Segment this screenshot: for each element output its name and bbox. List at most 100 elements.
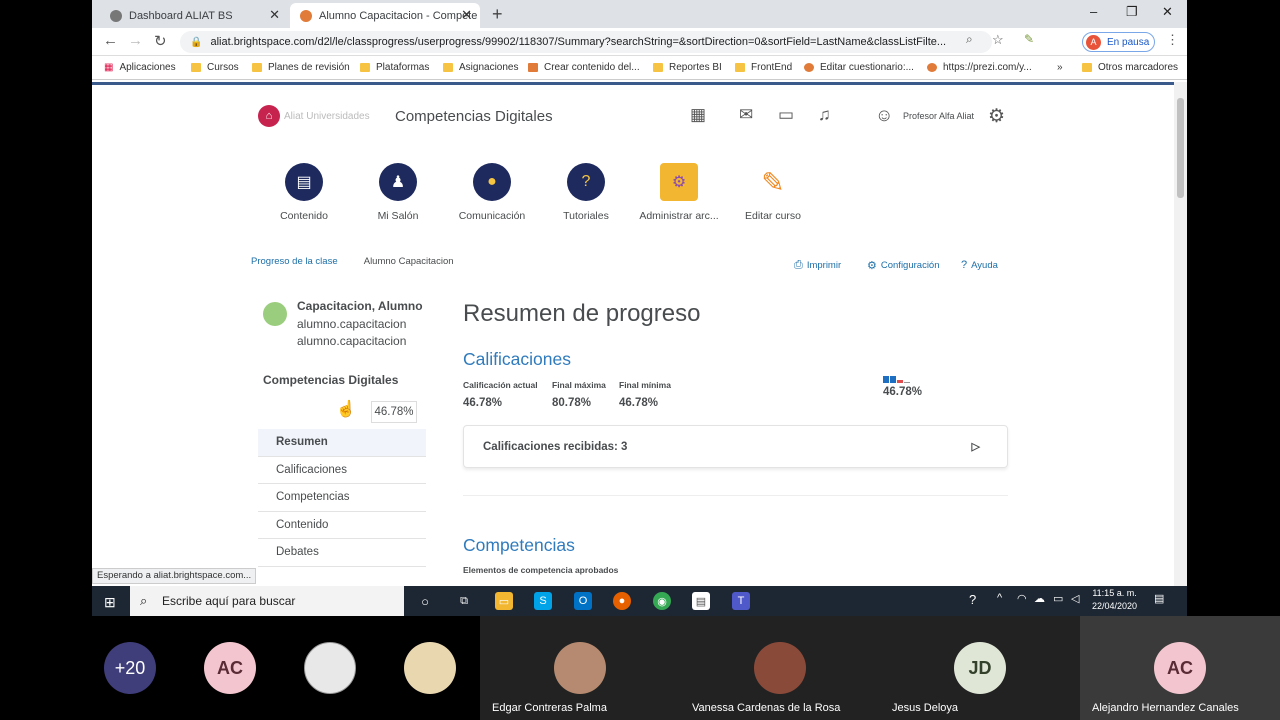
url-field[interactable]: 🔒 aliat.brightspace.com/d2l/le/classprog… <box>180 31 992 53</box>
taskbar-search[interactable]: ⌕ Escribe aquí para buscar <box>130 586 404 616</box>
battery-icon[interactable]: ▭ <box>1053 592 1063 605</box>
d2l-icon <box>804 63 814 72</box>
participant-tile[interactable]: Edgar Contreras Palma <box>480 616 680 720</box>
nav-administrar-archivos[interactable]: ⚙ Administrar arc... <box>629 163 729 222</box>
cortana-icon[interactable]: ○ <box>416 592 434 610</box>
classroom-icon: ♟ <box>379 163 417 201</box>
bookmarks-more[interactable]: » <box>1057 62 1063 73</box>
zoom-icon[interactable]: ⌕ <box>966 32 973 47</box>
onedrive-icon[interactable]: ☁ <box>1034 592 1045 605</box>
folder-icon <box>653 63 663 72</box>
bookmark-apps[interactable]: ▦ Aplicaciones <box>104 62 176 73</box>
grades-heading[interactable]: Calificaciones <box>463 349 571 370</box>
participant-tile[interactable]: JD Jesus Deloya <box>880 616 1080 720</box>
teams-icon[interactable]: T <box>732 592 750 610</box>
bookmark-item[interactable]: Reportes BI <box>653 62 722 73</box>
help-icon: ? <box>961 259 968 271</box>
help-tray-icon[interactable]: ? <box>969 592 976 607</box>
menu-item-calificaciones[interactable]: Calificaciones <box>258 457 426 484</box>
tab-dashboard[interactable]: Dashboard ALIAT BS ✕ <box>100 3 288 28</box>
participant-tile[interactable]: Vanessa Cardenas de la Rosa <box>680 616 880 720</box>
user-name[interactable]: Profesor Alfa Aliat <box>903 111 974 121</box>
globe-icon <box>110 9 122 22</box>
waffle-icon[interactable]: ▦ <box>690 105 706 125</box>
bookmark-item[interactable]: FrontEnd <box>735 62 792 73</box>
profile-button[interactable]: A En pausa <box>1082 32 1155 52</box>
notifications-icon[interactable]: ▤ <box>1154 592 1164 605</box>
settings-link[interactable]: ⚙ Configuración <box>867 259 940 272</box>
volume-icon[interactable]: ◁ <box>1071 592 1079 605</box>
status-bar: Esperando a aliat.brightspace.com... <box>92 568 257 584</box>
expand-arrow-icon[interactable]: ▷ <box>972 440 980 453</box>
extension-icon[interactable]: ✎ <box>1024 32 1034 46</box>
apps-grid-icon: ▦ <box>104 62 114 73</box>
menu-item-competencias[interactable]: Competencias <box>258 484 426 512</box>
back-icon[interactable]: ← <box>103 32 118 49</box>
clock-time: 11:15 a. m. <box>1092 588 1137 598</box>
bookmark-item[interactable]: Plataformas <box>360 62 429 73</box>
sidebar-menu: Resumen Calificaciones Competencias Cont… <box>258 429 426 567</box>
forward-icon[interactable]: → <box>128 32 143 49</box>
wifi-icon[interactable]: ◠ <box>1017 592 1027 605</box>
aliat-logo[interactable]: ⌂ Aliat Universidades <box>258 105 374 127</box>
star-icon[interactable]: ☆ <box>992 32 1004 48</box>
tab-alumno[interactable]: Alumno Capacitacion - Compete ✕ <box>290 3 480 28</box>
system-clock[interactable]: 11:15 a. m. 22/04/2020 <box>1092 587 1137 613</box>
section-divider <box>463 495 1008 496</box>
firefox-icon[interactable]: ● <box>613 592 631 610</box>
grades-received-panel[interactable]: Calificaciones recibidas: 3 ▷ <box>463 425 1008 468</box>
chevron-up-icon[interactable]: ^ <box>997 592 1002 604</box>
grade-mini-chart <box>883 376 911 383</box>
bookmark-item[interactable]: Cursos <box>191 62 239 73</box>
windows-start-icon[interactable]: ⊞ <box>104 594 116 611</box>
nav-contenido[interactable]: ▤ Contenido <box>254 163 354 222</box>
restore-button[interactable]: ❐ <box>1126 4 1138 20</box>
course-title[interactable]: Competencias Digitales <box>395 108 553 125</box>
reload-icon[interactable]: ↻ <box>154 32 167 50</box>
bookmark-item[interactable]: https://prezi.com/y... <box>927 62 1032 73</box>
print-link[interactable]: ⎙ Imprimir <box>794 259 841 272</box>
breadcrumb-link[interactable]: Progreso de la clase <box>251 256 338 267</box>
participant-name: Alejandro Hernandez Canales <box>1092 702 1239 714</box>
menu-item-contenido[interactable]: Contenido <box>258 512 426 539</box>
menu-icon[interactable]: ⋮ <box>1166 32 1179 48</box>
gear-icon[interactable]: ⚙ <box>988 105 1005 128</box>
close-window-button[interactable]: ✕ <box>1162 4 1173 20</box>
scrollbar-thumb[interactable] <box>1177 98 1184 198</box>
bell-icon[interactable]: ♫ <box>818 105 831 125</box>
bookmark-item[interactable]: Editar cuestionario:... <box>804 62 914 73</box>
participant-tile[interactable]: AC Alejandro Hernandez Canales <box>1080 616 1280 720</box>
menu-item-resumen[interactable]: Resumen <box>258 429 426 457</box>
task-view-icon[interactable]: ⧉ <box>455 592 473 610</box>
nav-comunicacion[interactable]: ● Comunicación <box>442 163 542 222</box>
new-tab-button[interactable]: + <box>492 4 503 25</box>
chrome-icon[interactable]: ◉ <box>653 592 671 610</box>
nav-tutoriales[interactable]: ? Tutoriales <box>536 163 636 222</box>
help-link[interactable]: ? Ayuda <box>961 259 998 271</box>
close-tab-icon[interactable]: ✕ <box>461 7 472 23</box>
menu-item-debates[interactable]: Debates <box>258 539 426 567</box>
folder-icon <box>191 63 201 72</box>
file-explorer-icon[interactable]: ▭ <box>495 592 513 610</box>
close-tab-icon[interactable]: ✕ <box>269 7 280 23</box>
participant-avatar: JD <box>954 642 1006 694</box>
nav-editar-curso[interactable]: ✎ Editar curso <box>723 163 823 222</box>
competencies-heading[interactable]: Competencias <box>463 535 575 556</box>
mail-icon[interactable]: ✉ <box>739 105 753 125</box>
bookmark-item[interactable]: Crear contenido del... <box>528 62 640 73</box>
bookmark-item[interactable]: Asignaciones <box>443 62 518 73</box>
breadcrumb: Progreso de la clase Alumno Capacitacion <box>251 256 454 267</box>
bookmark-other[interactable]: Otros marcadores <box>1082 62 1178 73</box>
notepad-icon[interactable]: ▤ <box>692 592 710 610</box>
d2l-icon <box>528 63 538 72</box>
skype-icon[interactable]: S <box>534 592 552 610</box>
scrollbar[interactable] <box>1174 82 1187 586</box>
nav-mi-salon[interactable]: ♟ Mi Salón <box>348 163 448 222</box>
bookmark-item[interactable]: Planes de revisión <box>252 62 350 73</box>
user-avatar-icon[interactable]: ☺ <box>875 105 893 126</box>
stat-label: Final mínima <box>619 380 671 390</box>
outlook-icon[interactable]: O <box>574 592 592 610</box>
folder-icon <box>1082 63 1092 72</box>
minimize-button[interactable]: – <box>1090 4 1097 19</box>
messages-icon[interactable]: ▭ <box>778 105 794 125</box>
